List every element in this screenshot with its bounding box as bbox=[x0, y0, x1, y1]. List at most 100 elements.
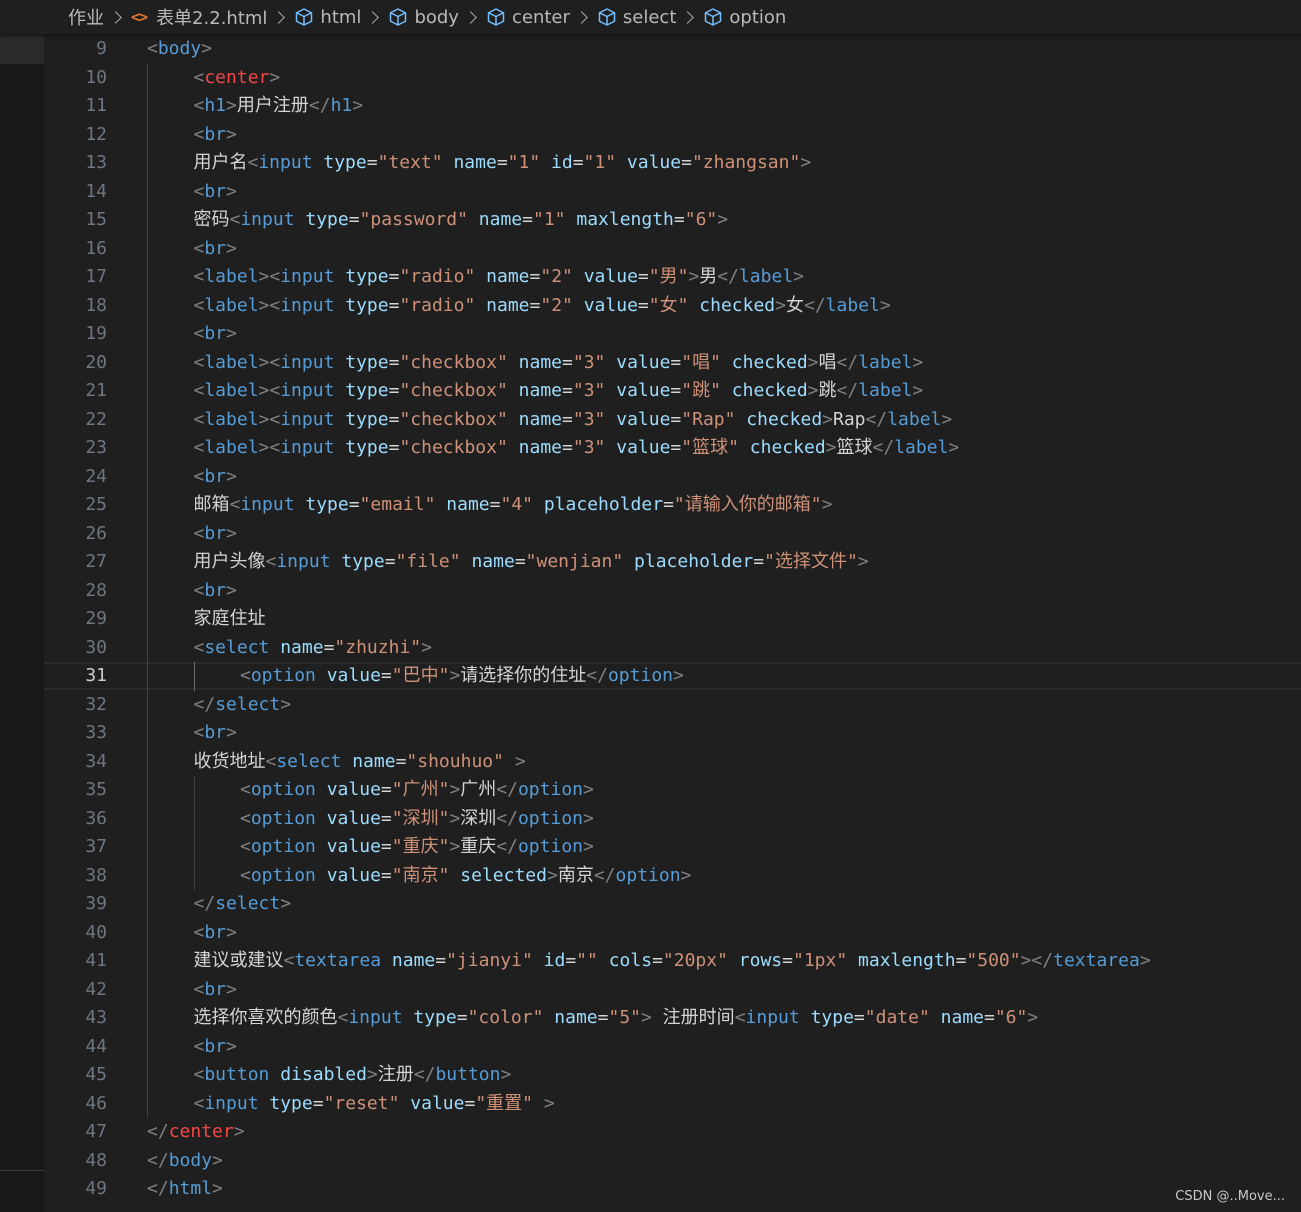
line-number: 28 bbox=[85, 579, 107, 601]
code-line[interactable]: 43 选择你喜欢的颜色<input type="color" name="5"> … bbox=[44, 1004, 1301, 1032]
token-bracket: < bbox=[240, 807, 251, 829]
token-text: = bbox=[348, 209, 360, 230]
line-number: 19 bbox=[85, 323, 107, 344]
code-line[interactable]: 38 <option value="南京" selected>南京</option… bbox=[44, 862, 1301, 890]
code-content: <br> bbox=[194, 919, 237, 947]
token-tag: option bbox=[250, 836, 316, 857]
code-line[interactable]: 34 收货地址<select name="shouhuo" > bbox=[44, 748, 1301, 776]
breadcrumb-item[interactable]: <> 表单2.2.html bbox=[131, 4, 267, 30]
code-content: </body> bbox=[147, 1147, 223, 1175]
token-attribute: name bbox=[518, 437, 563, 458]
token-tag: br bbox=[204, 722, 227, 743]
code-content: </select> bbox=[194, 691, 292, 719]
code-line[interactable]: 26 <br> bbox=[44, 520, 1301, 548]
token-text: = bbox=[782, 950, 793, 971]
token-text: 请选择你的住址 bbox=[460, 665, 587, 686]
code-editor[interactable]: 9 <body> 10 <center> 11 <h1>用户注册</h1> 12 <br> 13… bbox=[44, 34, 1301, 1212]
code-line[interactable]: 42 <br> bbox=[44, 976, 1301, 1004]
code-line[interactable]: 10 <center> bbox=[44, 64, 1301, 92]
token-bracket: > bbox=[543, 1092, 555, 1114]
token-string: "checkbox" bbox=[399, 351, 508, 373]
line-number: 30 bbox=[85, 636, 107, 658]
token-text: = bbox=[456, 1007, 468, 1028]
token-text: 唱 bbox=[818, 351, 837, 373]
token-string: "500" bbox=[966, 950, 1021, 971]
token-bracket: > bbox=[680, 864, 692, 886]
breadcrumb-item[interactable]: html bbox=[294, 7, 361, 28]
code-line[interactable]: 48 </body> bbox=[44, 1147, 1301, 1175]
token-text: = bbox=[529, 294, 541, 316]
token-tag: button bbox=[204, 1064, 270, 1085]
code-line[interactable]: 29 家庭住址 bbox=[44, 605, 1301, 633]
code-line[interactable]: 20 <label><input type="checkbox" name="3"… bbox=[44, 349, 1301, 377]
code-line[interactable]: 27 用户头像<input type="file" name="wenjian" … bbox=[44, 548, 1301, 576]
breadcrumb-item[interactable]: 作业 bbox=[68, 4, 104, 30]
code-line[interactable]: 35 <option value="广州">广州</option> bbox=[44, 776, 1301, 804]
code-line[interactable]: 18 <label><input type="radio" name="2" va… bbox=[44, 292, 1301, 320]
token-attribute: type bbox=[345, 380, 389, 401]
token-string: "Rap" bbox=[681, 408, 736, 430]
code-line[interactable]: 46 <input type="reset" value="重置" > bbox=[44, 1090, 1301, 1118]
code-line[interactable]: 9 <body> bbox=[44, 35, 1301, 63]
token-tag: input bbox=[280, 351, 335, 373]
token-string: "zhangsan" bbox=[691, 152, 801, 173]
token-bracket: > bbox=[226, 180, 237, 202]
code-line[interactable]: 40 <br> bbox=[44, 919, 1301, 947]
code-line[interactable]: 47 </center> bbox=[44, 1118, 1301, 1146]
code-line[interactable]: 24 <br> bbox=[44, 463, 1301, 491]
token-string: "20px" bbox=[662, 950, 728, 971]
token-attribute: name bbox=[352, 750, 396, 772]
token-bracket: >< bbox=[258, 380, 281, 401]
code-line[interactable]: 45 <button disabled>注册</button> bbox=[44, 1061, 1301, 1089]
token-attribute: type bbox=[305, 494, 349, 515]
code-line[interactable]: 33 <br> bbox=[44, 719, 1301, 747]
code-line[interactable]: 19 <br> bbox=[44, 320, 1301, 348]
code-line[interactable]: 12 <br> bbox=[44, 121, 1301, 149]
symbol-element-icon bbox=[388, 7, 408, 27]
token-string: "3" bbox=[572, 351, 606, 373]
code-line[interactable]: 49 </html> bbox=[44, 1175, 1301, 1203]
breadcrumb-label: body bbox=[414, 6, 459, 28]
token-bracket: >< bbox=[258, 294, 281, 316]
code-content: <br> bbox=[194, 1033, 237, 1061]
line-number: 13 bbox=[85, 152, 107, 173]
token-string: "text" bbox=[377, 152, 443, 173]
code-line[interactable]: 32 </select> bbox=[44, 691, 1301, 719]
code-line[interactable]: 15 密码<input type="password" name="1" maxl… bbox=[44, 206, 1301, 234]
code-line[interactable]: 16 <br> bbox=[44, 235, 1301, 263]
token-bracket: </ bbox=[496, 807, 518, 829]
token-bracket: ></ bbox=[1020, 950, 1054, 971]
code-line[interactable]: 23 <label><input type="checkbox" name="3"… bbox=[44, 434, 1301, 462]
code-line[interactable]: 28 <br> bbox=[44, 577, 1301, 605]
token-attribute: maxlength bbox=[858, 950, 956, 971]
line-number: 38 bbox=[85, 864, 107, 886]
code-line[interactable]: 44 <br> bbox=[44, 1033, 1301, 1061]
token-tag: option bbox=[615, 864, 681, 886]
code-line[interactable]: 25 邮箱<input type="email" name="4" placeho… bbox=[44, 491, 1301, 519]
breadcrumb-item[interactable]: option bbox=[703, 7, 786, 28]
breadcrumb-item[interactable]: select bbox=[597, 7, 676, 28]
code-line[interactable]: 36 <option value="深圳">深圳</option> bbox=[44, 805, 1301, 833]
token-bracket: < bbox=[193, 921, 205, 943]
code-line[interactable]: 17 <label><input type="radio" name="2" va… bbox=[44, 263, 1301, 291]
current-code-line[interactable]: 31 <option value="巴中">请选择你的住址</option> bbox=[44, 662, 1301, 690]
token-text: Rap bbox=[833, 408, 866, 430]
code-line[interactable]: 30 <select name="zhuzhi"> bbox=[44, 634, 1301, 662]
code-line[interactable]: 11 <h1>用户注册</h1> bbox=[44, 92, 1301, 120]
code-content: <button disabled>注册</button> bbox=[194, 1061, 512, 1089]
token-text: = bbox=[435, 950, 447, 971]
code-line[interactable]: 22 <label><input type="checkbox" name="3"… bbox=[44, 406, 1301, 434]
token-attribute: name bbox=[940, 1007, 984, 1028]
code-line[interactable]: 21 <label><input type="checkbox" name="3"… bbox=[44, 377, 1301, 405]
breadcrumb-item[interactable]: center bbox=[486, 7, 570, 28]
code-line[interactable]: 39 </select> bbox=[44, 890, 1301, 918]
token-attribute: value bbox=[616, 437, 671, 458]
code-line[interactable]: 14 <br> bbox=[44, 178, 1301, 206]
breadcrumb-item[interactable]: body bbox=[388, 7, 459, 28]
token-tag: input bbox=[240, 494, 295, 515]
code-line[interactable]: 37 <option value="重庆">重庆</option> bbox=[44, 833, 1301, 861]
code-line[interactable]: 41 建议或建议<textarea name="jianyi" id="" col… bbox=[44, 947, 1301, 975]
code-line[interactable]: 13 用户名<input type="text" name="1" id="1" … bbox=[44, 149, 1301, 177]
